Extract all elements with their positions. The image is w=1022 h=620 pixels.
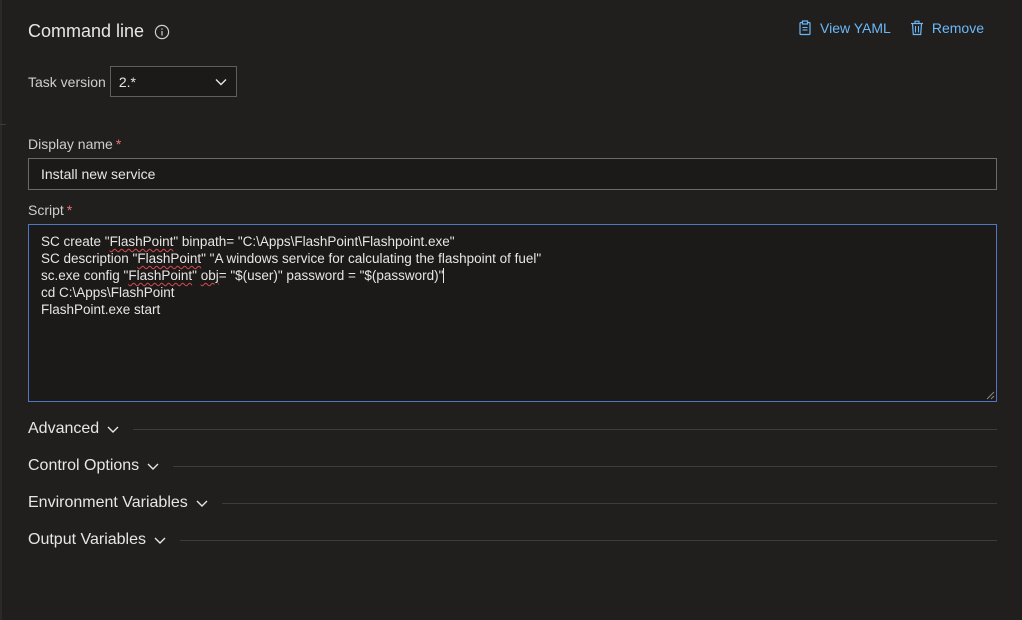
chevron-down-icon [152,532,168,548]
script-label: Script* [28,202,72,218]
section-advanced[interactable]: Advanced [28,416,997,442]
trash-icon [909,20,925,36]
required-marker: * [116,136,121,152]
script-textarea[interactable]: SC create "FlashPoint" binpath= "C:\Apps… [28,224,997,402]
section-advanced-label: Advanced [28,420,99,438]
section-divider [222,503,997,504]
task-title: Command line [28,21,144,42]
section-divider [133,429,997,430]
remove-label: Remove [932,20,984,36]
info-icon[interactable] [154,24,170,40]
view-yaml-label: View YAML [820,20,891,36]
left-edge-border [0,0,2,620]
section-control-options[interactable]: Control Options [28,453,997,479]
header-actions: View YAML Remove [797,20,984,36]
left-divider-tick [0,124,6,125]
script-content: SC create "FlashPoint" binpath= "C:\Apps… [41,233,984,318]
section-control-options-label: Control Options [28,457,139,475]
chevron-down-icon [194,495,210,511]
script-line: FlashPoint.exe start [41,301,984,318]
text-cursor [443,268,444,283]
display-name-input[interactable] [28,158,997,190]
section-divider [180,540,997,541]
display-name-label: Display name* [28,136,121,152]
spellcheck-word: FlashPoint [110,234,174,249]
task-version-value: 2.* [119,74,136,90]
chevron-down-icon [105,421,121,437]
script-line: sc.exe config "FlashPoint" obj= "$(user)… [41,267,984,284]
task-version-row: Task version 2.* [28,66,237,97]
spellcheck-word: FlashPoint [128,268,192,283]
remove-button[interactable]: Remove [909,20,984,36]
section-environment-variables-label: Environment Variables [28,494,188,512]
section-output-variables[interactable]: Output Variables [28,527,997,553]
script-line: SC create "FlashPoint" binpath= "C:\Apps… [41,233,984,250]
task-version-label: Task version [28,74,106,90]
chevron-down-icon [214,75,228,89]
spellcheck-word: FlashPoint [137,251,201,266]
resize-grip-icon[interactable] [986,391,995,400]
task-version-select[interactable]: 2.* [110,66,237,97]
clipboard-icon [797,20,813,36]
section-output-variables-label: Output Variables [28,531,146,549]
view-yaml-button[interactable]: View YAML [797,20,891,36]
task-header: Command line View YAML [28,18,992,48]
required-marker: * [67,202,72,218]
script-line: SC description "FlashPoint" "A windows s… [41,250,984,267]
section-divider [173,466,997,467]
section-environment-variables[interactable]: Environment Variables [28,490,997,516]
chevron-down-icon [145,458,161,474]
spellcheck-word: obj [201,268,219,283]
script-line: cd C:\Apps\FlashPoint [41,284,984,301]
